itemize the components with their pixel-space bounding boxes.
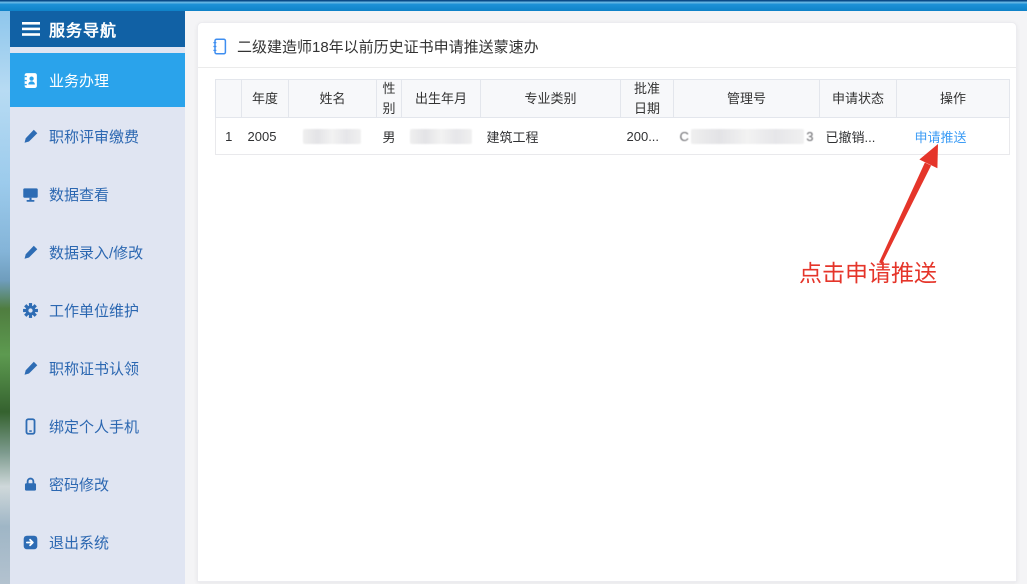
cell-name	[289, 118, 377, 155]
pencil-icon	[22, 360, 39, 377]
sidebar-item-data-entry-modify[interactable]: 数据录入/修改	[10, 223, 185, 281]
sidebar-item-label: 职称评审缴费	[49, 126, 139, 147]
sidebar-item-bind-phone[interactable]: 绑定个人手机	[10, 397, 185, 455]
sidebar-item-label: 工作单位维护	[49, 300, 139, 321]
sidebar-item-label: 退出系统	[49, 532, 109, 553]
content-panel: 二级建造师18年以前历史证书申请推送蒙速办 年度 姓名 性别 出生年月 专业类别…	[197, 22, 1017, 582]
col-header-gender: 性别	[377, 80, 402, 118]
col-header-year: 年度	[242, 80, 289, 118]
contact-card-icon	[22, 72, 39, 89]
cell-birth	[402, 118, 481, 155]
table-header-row: 年度 姓名 性别 出生年月 专业类别 批准日期 管理号 申请状态 操作	[216, 80, 1010, 118]
sidebar-item-logout[interactable]: 退出系统	[10, 513, 185, 571]
col-header-major: 专业类别	[481, 80, 621, 118]
gear-icon	[22, 302, 39, 319]
phone-icon	[22, 418, 39, 435]
cell-year: 2005	[242, 118, 289, 155]
cell-approve-date: 200...	[621, 118, 674, 155]
redacted-manage-no	[691, 129, 804, 144]
lock-icon	[22, 476, 39, 493]
apply-push-link[interactable]: 申请推送	[903, 130, 967, 145]
col-header-action: 操作	[897, 80, 1010, 118]
background-photo	[0, 11, 10, 584]
col-header-name: 姓名	[289, 80, 377, 118]
records-table: 年度 姓名 性别 出生年月 专业类别 批准日期 管理号 申请状态 操作 1 20…	[215, 79, 1010, 155]
col-header-status: 申请状态	[820, 80, 897, 118]
sidebar-title: 服务导航	[49, 17, 117, 41]
sidebar-item-data-view[interactable]: 数据查看	[10, 165, 185, 223]
col-header-index	[216, 80, 242, 118]
sidebar-item-label: 职称证书认领	[49, 358, 139, 379]
logout-icon	[22, 534, 39, 551]
manage-no-start: C	[680, 129, 689, 144]
col-header-birth: 出生年月	[402, 80, 481, 118]
table-row: 1 2005 男 建筑工程 200... C3 已撤销... 申请推送	[216, 118, 1010, 155]
document-icon	[212, 38, 227, 55]
monitor-icon	[22, 186, 39, 203]
sidebar-item-label: 数据查看	[49, 184, 109, 205]
hamburger-menu-icon[interactable]	[22, 22, 40, 36]
top-bar	[0, 0, 1027, 11]
redacted-birth-date	[410, 129, 472, 144]
page-title: 二级建造师18年以前历史证书申请推送蒙速办	[237, 36, 539, 57]
sidebar-header: 服务导航	[10, 11, 185, 47]
sidebar-item-work-unit-maintenance[interactable]: 工作单位维护	[10, 281, 185, 339]
manage-no-end: 3	[806, 129, 813, 144]
cell-action: 申请推送	[897, 118, 1010, 155]
cell-index: 1	[216, 118, 242, 155]
annotation-label: 点击申请推送	[799, 254, 937, 288]
cell-major: 建筑工程	[481, 118, 621, 155]
cell-status: 已撤销...	[820, 118, 897, 155]
sidebar-item-label: 绑定个人手机	[49, 416, 139, 437]
redacted-name	[303, 129, 361, 144]
sidebar: 服务导航 业务办理 职称评审缴费 数据查看 数据录入/修改	[10, 11, 185, 584]
pencil-icon	[22, 128, 39, 145]
pencil-icon	[22, 244, 39, 261]
table-wrapper: 年度 姓名 性别 出生年月 专业类别 批准日期 管理号 申请状态 操作 1 20…	[215, 79, 1004, 155]
cell-gender: 男	[377, 118, 402, 155]
sidebar-item-label: 数据录入/修改	[49, 242, 143, 263]
sidebar-item-title-review-payment[interactable]: 职称评审缴费	[10, 107, 185, 165]
sidebar-item-label: 业务办理	[49, 70, 109, 91]
sidebar-item-business-handling[interactable]: 业务办理	[10, 53, 185, 107]
main-content: 二级建造师18年以前历史证书申请推送蒙速办 年度 姓名 性别 出生年月 专业类别…	[185, 11, 1027, 584]
col-header-manage-no: 管理号	[674, 80, 820, 118]
col-header-approve-date: 批准日期	[621, 80, 674, 118]
panel-title-row: 二级建造师18年以前历史证书申请推送蒙速办	[198, 23, 1016, 68]
sidebar-item-change-password[interactable]: 密码修改	[10, 455, 185, 513]
sidebar-item-certificate-claim[interactable]: 职称证书认领	[10, 339, 185, 397]
cell-manage-no: C3	[674, 118, 820, 155]
sidebar-item-label: 密码修改	[49, 474, 109, 495]
